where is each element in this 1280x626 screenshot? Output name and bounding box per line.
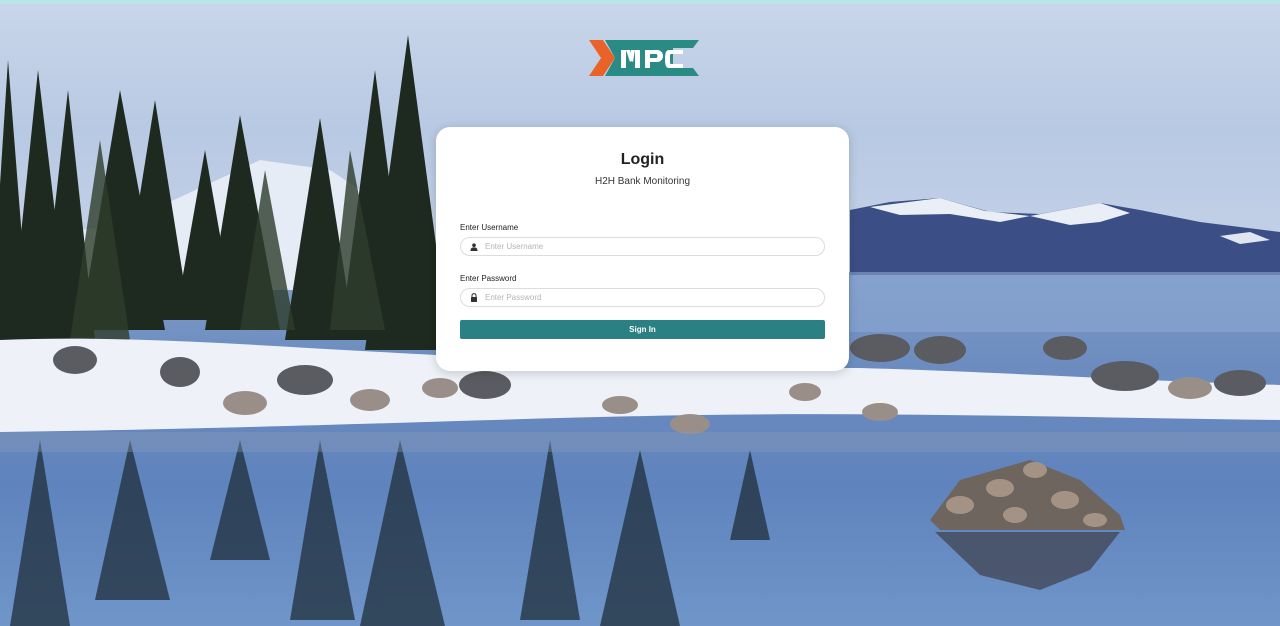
top-strip	[0, 0, 1280, 4]
user-icon	[469, 242, 479, 252]
password-field[interactable]	[460, 288, 825, 307]
login-title: Login	[620, 151, 665, 168]
mpc-logo	[589, 40, 701, 76]
sign-in-button[interactable]: Sign In	[460, 320, 825, 339]
password-input[interactable]	[485, 293, 815, 302]
login-card: Login H2H Bank Monitoring Enter Username…	[436, 127, 849, 371]
password-label: Enter Password	[460, 274, 517, 283]
lock-icon	[469, 293, 479, 303]
username-input[interactable]	[485, 242, 815, 251]
login-subtitle: H2H Bank Monitoring	[594, 176, 691, 187]
username-field[interactable]	[460, 237, 825, 256]
mpc-logo-art	[589, 40, 699, 76]
username-label: Enter Username	[460, 223, 519, 232]
